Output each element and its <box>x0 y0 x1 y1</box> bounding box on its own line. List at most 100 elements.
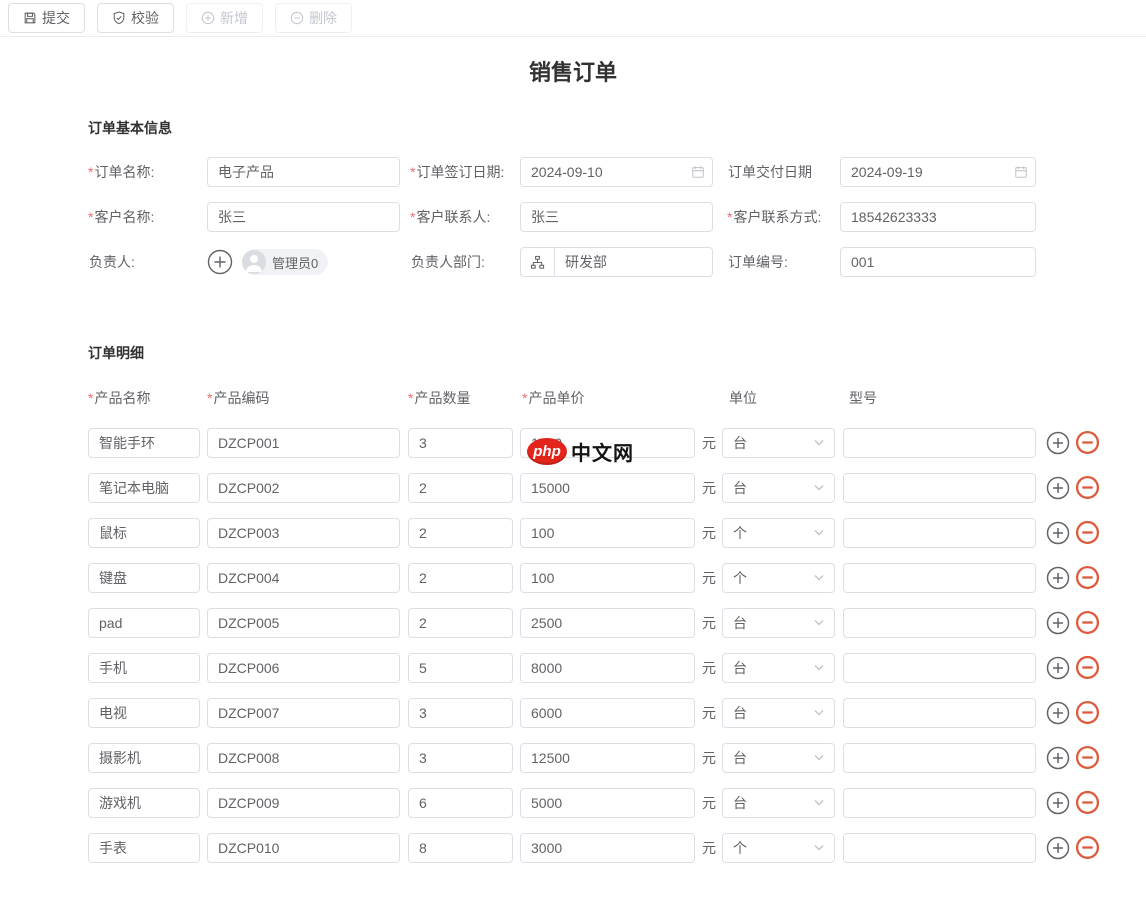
remove-row-button[interactable] <box>1075 835 1100 860</box>
product-qty-input[interactable] <box>408 698 513 728</box>
customer-phone-input[interactable] <box>840 202 1036 232</box>
model-input[interactable] <box>843 833 1036 863</box>
owner-chip[interactable]: 管理员0 <box>242 249 328 275</box>
product-qty-input[interactable] <box>408 653 513 683</box>
product-price-input[interactable] <box>520 743 695 773</box>
product-name-input[interactable] <box>88 563 200 593</box>
remove-row-button[interactable] <box>1075 520 1100 545</box>
model-input[interactable] <box>843 743 1036 773</box>
remove-row-button[interactable] <box>1075 745 1100 770</box>
unit-select[interactable]: 台 <box>722 473 835 503</box>
remove-row-button[interactable] <box>1075 475 1100 500</box>
product-name-input[interactable] <box>88 428 200 458</box>
product-price-input[interactable] <box>520 788 695 818</box>
product-qty-input[interactable] <box>408 428 513 458</box>
product-name-input[interactable] <box>88 833 200 863</box>
add-row-button[interactable] <box>1046 836 1070 860</box>
product-price-input[interactable] <box>520 563 695 593</box>
add-row-button[interactable] <box>1046 701 1070 725</box>
unit-select[interactable]: 台 <box>722 698 835 728</box>
product-qty-input[interactable] <box>408 563 513 593</box>
remove-row-button[interactable] <box>1075 610 1100 635</box>
product-code-input[interactable] <box>207 473 400 503</box>
unit-select[interactable]: 个 <box>722 518 835 548</box>
delivery-date-input[interactable] <box>840 157 1036 187</box>
product-name-input[interactable] <box>88 518 200 548</box>
model-input[interactable] <box>843 653 1036 683</box>
product-price-input[interactable] <box>520 473 695 503</box>
owner-dept-input[interactable] <box>554 247 713 277</box>
product-qty-input[interactable] <box>408 788 513 818</box>
product-price-input[interactable] <box>520 608 695 638</box>
table-row: 元 台 <box>88 645 1146 690</box>
product-name-input[interactable] <box>88 788 200 818</box>
add-row-button[interactable] <box>1046 656 1070 680</box>
order-no-input[interactable] <box>840 247 1036 277</box>
product-price-input[interactable] <box>520 653 695 683</box>
product-name-input[interactable] <box>88 473 200 503</box>
add-row-button[interactable] <box>1046 746 1070 770</box>
basic-info-row-3: 负责人: 管理员0 负责人部门: 订单编号: <box>88 246 1118 278</box>
remove-row-button[interactable] <box>1075 655 1100 680</box>
product-code-input[interactable] <box>207 653 400 683</box>
product-price-input[interactable] <box>520 428 695 458</box>
model-input[interactable] <box>843 428 1036 458</box>
submit-button[interactable]: 提交 <box>8 3 85 33</box>
add-owner-button[interactable] <box>207 249 233 275</box>
add-row-button[interactable] <box>1046 521 1070 545</box>
remove-row-button[interactable] <box>1075 565 1100 590</box>
order-no-label: 订单编号: <box>727 252 840 272</box>
model-input[interactable] <box>843 788 1036 818</box>
remove-row-button[interactable] <box>1075 700 1100 725</box>
product-code-input[interactable] <box>207 698 400 728</box>
validate-button[interactable]: 校验 <box>97 3 174 33</box>
product-qty-input[interactable] <box>408 608 513 638</box>
unit-select[interactable]: 台 <box>722 608 835 638</box>
customer-name-input[interactable] <box>207 202 400 232</box>
product-code-input[interactable] <box>207 743 400 773</box>
product-name-input[interactable] <box>88 743 200 773</box>
product-qty-input[interactable] <box>408 518 513 548</box>
model-input[interactable] <box>843 563 1036 593</box>
product-name-input[interactable] <box>88 653 200 683</box>
add-row-button[interactable] <box>1046 791 1070 815</box>
model-input[interactable] <box>843 473 1036 503</box>
table-row: 元 个 <box>88 555 1146 600</box>
product-code-input[interactable] <box>207 788 400 818</box>
model-input[interactable] <box>843 608 1036 638</box>
add-row-button[interactable] <box>1046 431 1070 455</box>
customer-contact-input[interactable] <box>520 202 713 232</box>
remove-row-button[interactable] <box>1075 790 1100 815</box>
product-code-input[interactable] <box>207 833 400 863</box>
add-button-label: 新增 <box>220 8 248 28</box>
org-tree-icon[interactable] <box>520 247 554 277</box>
order-name-input[interactable] <box>207 157 400 187</box>
product-price-input[interactable] <box>520 698 695 728</box>
unit-select[interactable]: 台 <box>722 428 835 458</box>
product-name-input[interactable] <box>88 698 200 728</box>
sign-date-input[interactable] <box>520 157 713 187</box>
add-row-button[interactable] <box>1046 476 1070 500</box>
product-code-input[interactable] <box>207 608 400 638</box>
product-code-input[interactable] <box>207 563 400 593</box>
product-name-input[interactable] <box>88 608 200 638</box>
product-price-input[interactable] <box>520 833 695 863</box>
model-input[interactable] <box>843 698 1036 728</box>
product-qty-input[interactable] <box>408 833 513 863</box>
unit-select-value: 台 <box>733 658 747 678</box>
unit-select[interactable]: 台 <box>722 653 835 683</box>
product-code-input[interactable] <box>207 428 400 458</box>
product-code-input[interactable] <box>207 518 400 548</box>
plus-circle-icon <box>201 11 215 25</box>
add-row-button[interactable] <box>1046 566 1070 590</box>
model-input[interactable] <box>843 518 1036 548</box>
product-qty-input[interactable] <box>408 473 513 503</box>
unit-select[interactable]: 台 <box>722 743 835 773</box>
unit-select[interactable]: 台 <box>722 788 835 818</box>
product-price-input[interactable] <box>520 518 695 548</box>
add-row-button[interactable] <box>1046 611 1070 635</box>
unit-select[interactable]: 个 <box>722 563 835 593</box>
product-qty-input[interactable] <box>408 743 513 773</box>
unit-select[interactable]: 个 <box>722 833 835 863</box>
remove-row-button[interactable] <box>1075 430 1100 455</box>
